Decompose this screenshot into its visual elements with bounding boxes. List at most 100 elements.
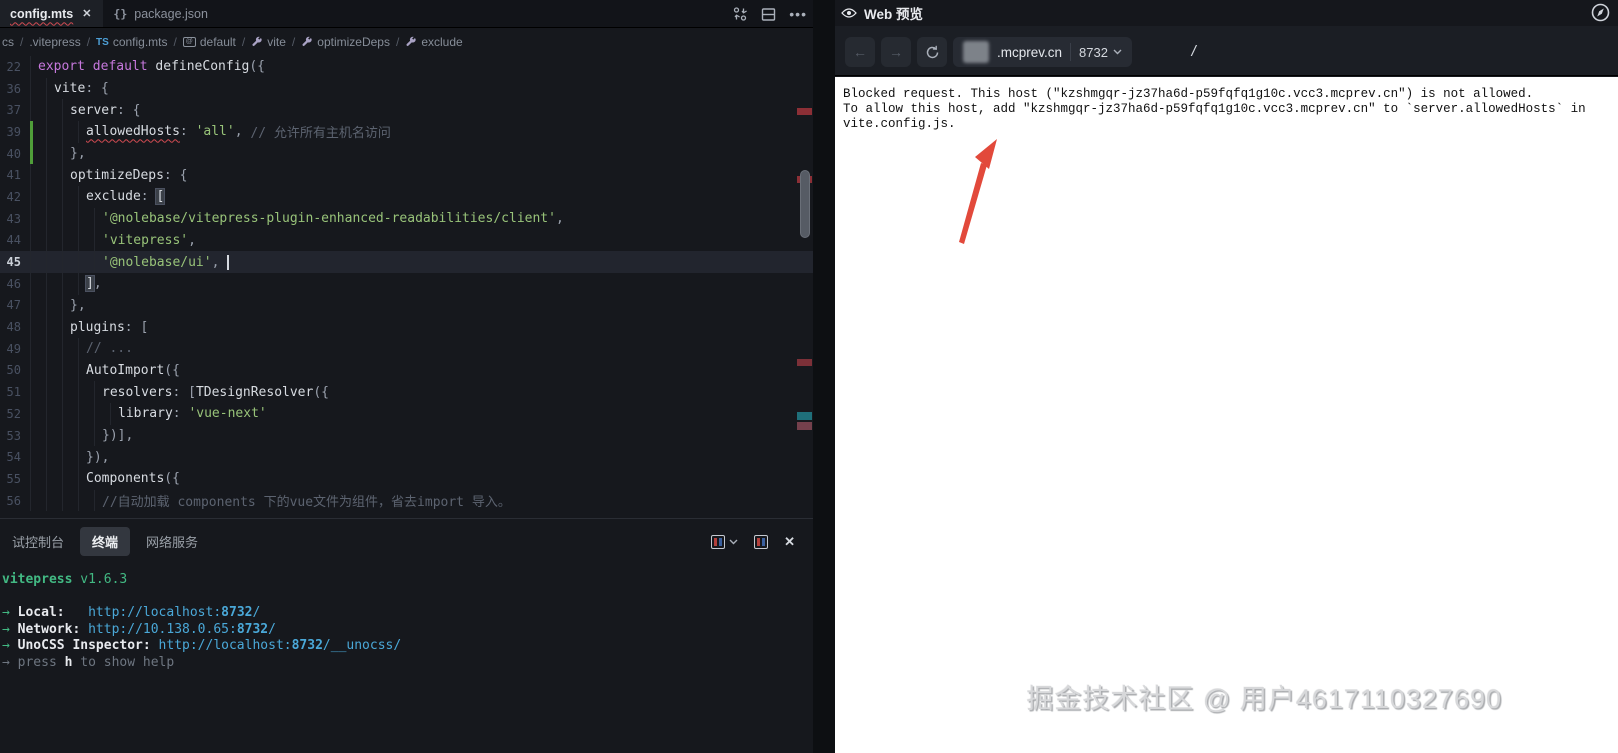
code-line[interactable]: 49 // ... bbox=[0, 337, 813, 360]
close-tab-icon[interactable]: ✕ bbox=[80, 6, 93, 21]
panel-tab-试控制台[interactable]: 试控制台 bbox=[0, 527, 76, 556]
breadcrumb-item-optimizedeps[interactable]: optimizeDeps bbox=[301, 35, 390, 49]
code-editor[interactable]: 22 export default defineConfig({36 vite: {… bbox=[0, 56, 813, 519]
typescript-icon: TS bbox=[96, 36, 109, 48]
split-editor-icon[interactable] bbox=[761, 7, 776, 22]
ruler-error-mark bbox=[797, 108, 812, 115]
tab-package-json[interactable]: {} package.json bbox=[103, 0, 218, 27]
code-token: }, bbox=[70, 297, 86, 313]
pane-splitter[interactable] bbox=[813, 0, 835, 753]
terminal-output[interactable]: vitepress v1.6.3 → Local: http://localho… bbox=[2, 572, 815, 672]
line-number: 56 bbox=[6, 493, 21, 508]
panel-tab-终端[interactable]: 终端 bbox=[80, 526, 131, 556]
code-line[interactable]: 46], bbox=[0, 272, 813, 295]
code-line[interactable]: 54}), bbox=[0, 446, 813, 469]
breadcrumb-item--vitepress[interactable]: .vitepress bbox=[29, 35, 80, 49]
error-line: To allow this host, add "kzshmgqr-jz37ha… bbox=[843, 102, 1586, 116]
code-token: , bbox=[93, 276, 102, 292]
code-token: , bbox=[211, 254, 228, 270]
code-token: AutoImport bbox=[86, 362, 165, 378]
code-line[interactable]: 50 AutoImport({ bbox=[0, 359, 813, 382]
code-line[interactable]: 47}, bbox=[0, 294, 813, 317]
breadcrumb-label: default bbox=[199, 35, 236, 49]
line-number: 42 bbox=[6, 189, 21, 204]
code-token: export bbox=[38, 59, 93, 75]
indent-guides bbox=[30, 99, 70, 122]
code-token: ({ bbox=[164, 362, 180, 378]
code-line[interactable]: 53})], bbox=[0, 424, 813, 447]
compare-changes-icon[interactable] bbox=[732, 6, 748, 22]
web-preview-pane: Web 预览 ← → .mcprev.cn 8732 / Blocked req… bbox=[835, 0, 1618, 753]
close-panel-icon[interactable]: ✕ bbox=[784, 534, 795, 550]
code-token: server bbox=[70, 102, 117, 118]
chevron-down-icon bbox=[1113, 49, 1122, 55]
indent-guides bbox=[30, 164, 70, 187]
line-number: 53 bbox=[6, 428, 21, 443]
code-token: // 允许所有主机名访问 bbox=[250, 126, 391, 142]
breadcrumb-item-cs[interactable]: cs bbox=[2, 35, 14, 49]
editor-scrollbar[interactable] bbox=[800, 170, 810, 238]
line-number: 46 bbox=[6, 276, 21, 291]
code-token: Components bbox=[86, 471, 165, 487]
terminal-token: 8732 bbox=[291, 638, 323, 654]
open-in-browser-icon[interactable] bbox=[1591, 3, 1610, 27]
code-line[interactable]: 45 '@nolebase/ui', bbox=[0, 251, 813, 273]
code-line[interactable]: 56 //自动加载 components 下的vue文件为组件，省去import … bbox=[0, 489, 813, 512]
indent-guides bbox=[30, 403, 118, 425]
split-panel-icon[interactable] bbox=[754, 535, 769, 549]
watermark: 掘金技术社区 @ 用户4617110327690 bbox=[1026, 684, 1502, 714]
code-token: : [ bbox=[172, 384, 196, 400]
tab-config-mts[interactable]: config.mts ✕ bbox=[0, 0, 104, 27]
address-bar[interactable]: .mcprev.cn 8732 bbox=[953, 37, 1132, 67]
code-line[interactable]: 39 allowedHosts: 'all', // 允许所有主机名访问 bbox=[0, 121, 813, 143]
code-line[interactable]: 36 vite: { bbox=[0, 77, 813, 100]
code-token: : bbox=[172, 406, 189, 422]
blocked-request-error: Blocked request. This host ("kzshmgqr-jz… bbox=[835, 77, 1618, 132]
panel-actions: ✕ bbox=[711, 534, 795, 550]
code-token: : [ bbox=[124, 319, 149, 335]
code-line[interactable]: 51 resolvers: [TDesignResolver({ bbox=[0, 381, 813, 403]
code-line[interactable]: 37 server: { bbox=[0, 99, 813, 122]
back-button[interactable]: ← bbox=[845, 37, 875, 67]
code-line[interactable]: 42 exclude: [ bbox=[0, 186, 813, 208]
code-line[interactable]: 48 plugins: [ bbox=[0, 316, 813, 338]
breadcrumb: cs / .vitepress / TS config.mts / @ default / vite… bbox=[0, 29, 813, 55]
line-number: 51 bbox=[6, 385, 21, 400]
editor-tab-bar: config.mts ✕ {} package.json ••• bbox=[0, 0, 813, 28]
terminal-token: vitepress bbox=[2, 572, 81, 587]
code-line[interactable]: 41 optimizeDeps: { bbox=[0, 164, 813, 187]
breadcrumb-item-config-mts[interactable]: TS config.mts bbox=[96, 35, 167, 49]
code-line[interactable]: 22 export default defineConfig({ bbox=[0, 56, 813, 78]
line-number: 47 bbox=[6, 298, 21, 313]
port-selector[interactable]: 8732 bbox=[1079, 45, 1122, 60]
tab-label: config.mts bbox=[10, 6, 74, 21]
editor-actions: ••• bbox=[732, 0, 807, 28]
indent-guides bbox=[30, 489, 102, 512]
more-actions-icon[interactable]: ••• bbox=[789, 7, 807, 21]
code-line[interactable]: 55 Components({ bbox=[0, 468, 813, 490]
browser-toolbar: ← → .mcprev.cn 8732 / bbox=[835, 26, 1618, 76]
breadcrumb-item-default[interactable]: @ default bbox=[182, 35, 236, 49]
code-line[interactable]: 44 'vitepress', bbox=[0, 229, 813, 252]
refresh-button[interactable] bbox=[917, 37, 947, 67]
code-token: resolvers bbox=[102, 384, 173, 400]
terminal-token: Local: bbox=[17, 605, 65, 621]
panel-tab-网络服务[interactable]: 网络服务 bbox=[134, 527, 210, 556]
split-terminal-icon[interactable] bbox=[711, 535, 738, 549]
breadcrumb-item-vite[interactable]: vite bbox=[251, 35, 286, 49]
code-token: ({ bbox=[313, 384, 329, 400]
preview-viewport[interactable]: Blocked request. This host ("kzshmgqr-jz… bbox=[835, 77, 1618, 753]
panel-tab-bar: 试控制台 终端 网络服务 ✕ bbox=[0, 526, 813, 556]
code-token: : bbox=[179, 124, 196, 140]
eye-icon bbox=[841, 8, 857, 18]
code-line[interactable]: 40}, bbox=[0, 142, 813, 165]
breadcrumb-item-exclude[interactable]: exclude bbox=[405, 35, 463, 49]
indent-guides bbox=[30, 77, 54, 100]
code-line[interactable]: 43 '@nolebase/vitepress-plugin-enhanced-r… bbox=[0, 207, 813, 230]
port-value: 8732 bbox=[1079, 44, 1108, 60]
code-line[interactable]: 52 library: 'vue-next' bbox=[0, 403, 813, 425]
code-token: '@nolebase/vitepress-plugin-enhanced-rea… bbox=[102, 211, 556, 227]
code-token: , bbox=[188, 232, 196, 248]
breadcrumb-label: .vitepress bbox=[29, 35, 81, 49]
forward-button[interactable]: → bbox=[881, 37, 911, 67]
